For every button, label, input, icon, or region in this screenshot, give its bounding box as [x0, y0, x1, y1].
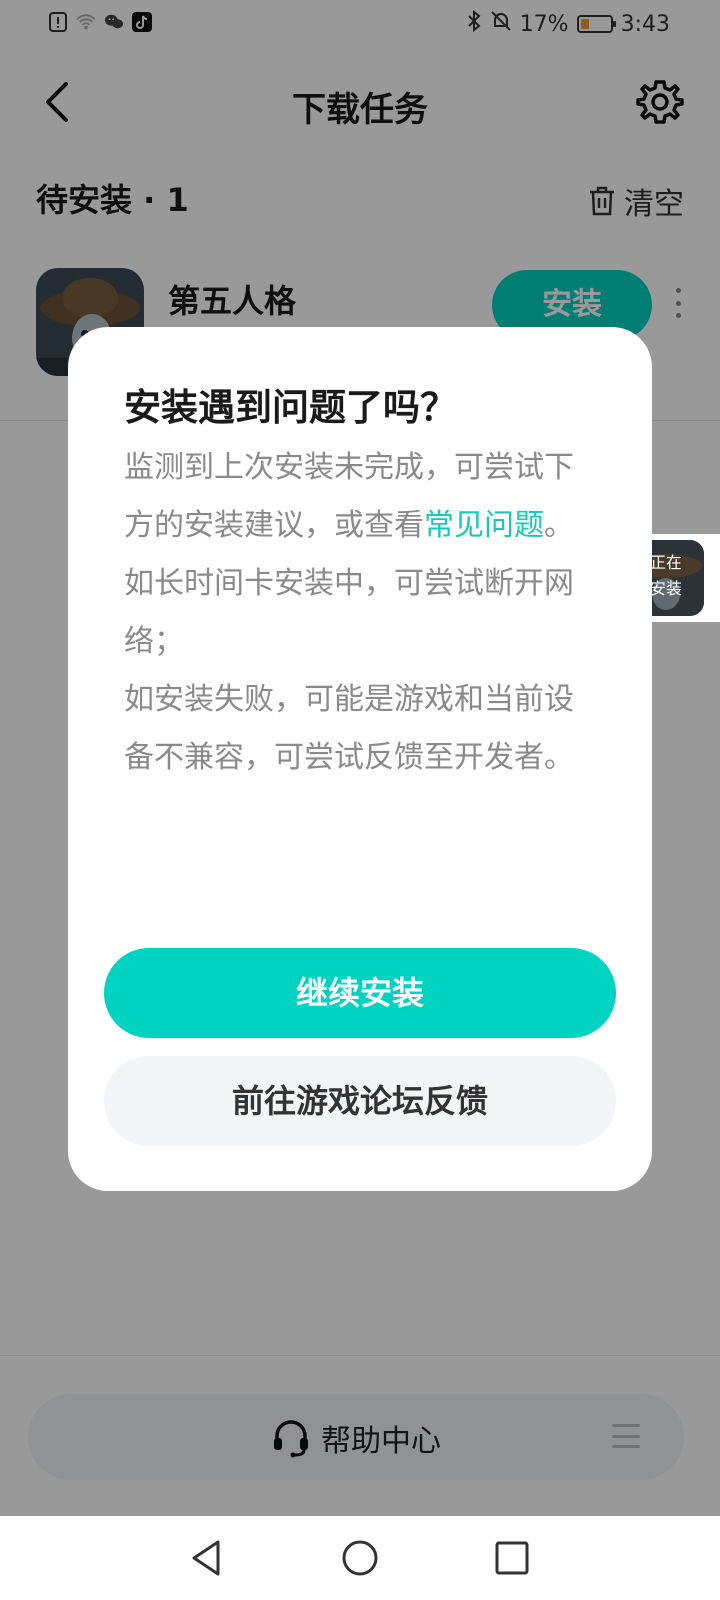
install-problem-dialog: 安装遇到问题了吗？ 监测到上次安装未完成，可尝试下方的安装建议，或查看常见问题。… — [68, 327, 652, 1191]
nav-back-icon[interactable] — [186, 1536, 230, 1580]
nav-home-icon[interactable] — [338, 1536, 382, 1580]
system-navigation-bar — [0, 1516, 720, 1600]
continue-install-button[interactable]: 继续安装 — [104, 948, 616, 1038]
dialog-title: 安装遇到问题了吗？ — [124, 386, 457, 429]
forum-feedback-button[interactable]: 前往游戏论坛反馈 — [104, 1056, 616, 1146]
dialog-paragraph-3: 如安装失败，可能是游戏和当前设备不兼容，可尝试反馈至开发者。 — [124, 682, 574, 775]
dialog-paragraph-2: 如长时间卡安装中，可尝试断开网络； — [124, 566, 574, 659]
dialog-paragraph-1: 监测到上次安装未完成，可尝试下方的安装建议，或查看常见问题。 — [124, 450, 574, 543]
dialog-body: 监测到上次安装未完成，可尝试下方的安装建议，或查看常见问题。 如长时间卡安装中，… — [124, 439, 600, 787]
nav-recents-icon[interactable] — [490, 1536, 534, 1580]
faq-link[interactable]: 常见问题 — [424, 508, 544, 543]
